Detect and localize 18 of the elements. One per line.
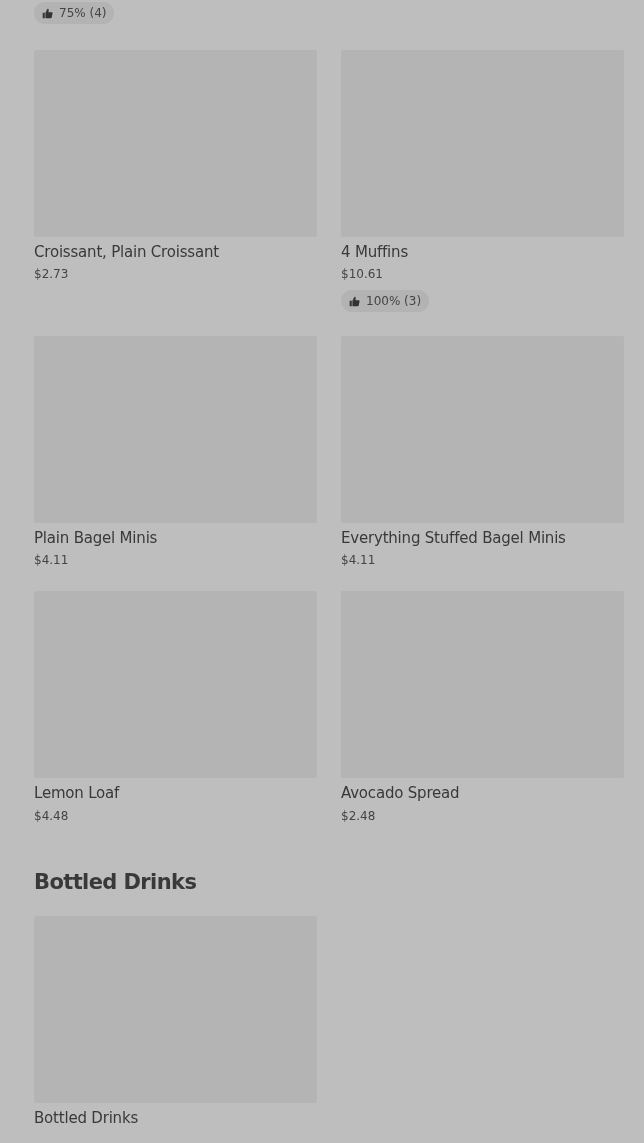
thumbs-up-icon bbox=[349, 295, 360, 307]
item-price: $4.48 bbox=[34, 807, 70, 825]
item-price: $4.11 bbox=[341, 552, 377, 569]
item-name: Bottled Drinks bbox=[34, 1109, 139, 1129]
item-price: $2.48 bbox=[341, 807, 377, 825]
item-price: $2.73 bbox=[34, 266, 70, 283]
thumbs-up-icon bbox=[42, 7, 53, 19]
item-price: $4.11 bbox=[34, 552, 70, 569]
item-name: Avocado Spread bbox=[341, 784, 461, 804]
rating-badge: 75% (4) bbox=[34, 2, 115, 24]
item-name: Everything Stuffed Bagel Minis bbox=[341, 528, 567, 548]
item-name: 4 Muffins bbox=[341, 242, 409, 262]
item-price: $10.61 bbox=[341, 266, 384, 283]
item-name: Lemon Loaf bbox=[34, 784, 121, 804]
item-name: Plain Bagel Minis bbox=[34, 528, 159, 548]
item-name: Croissant, Plain Croissant bbox=[34, 242, 220, 262]
section-heading: Bottled Drinks bbox=[34, 868, 198, 896]
rating-badge: 100% (3) bbox=[341, 290, 430, 312]
